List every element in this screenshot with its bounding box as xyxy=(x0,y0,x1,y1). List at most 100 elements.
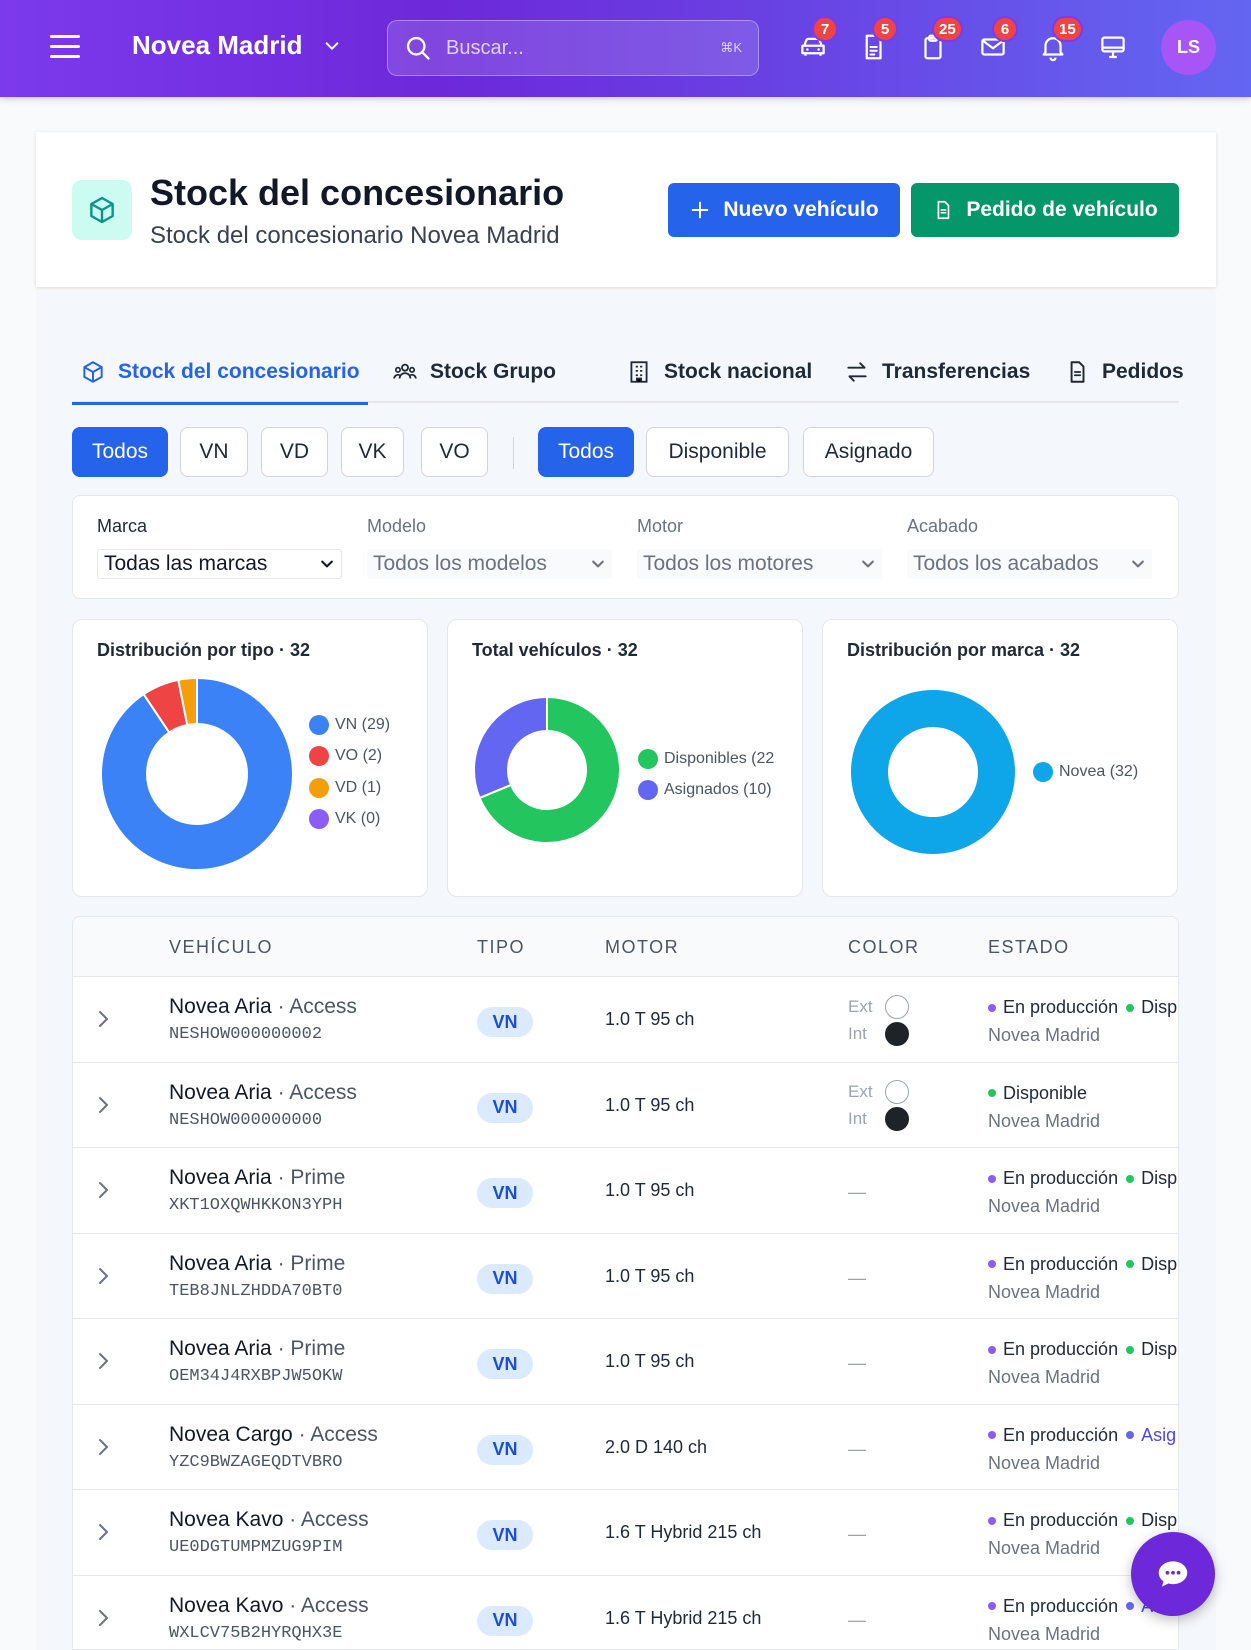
chart-card-marca: Distribución por marca · 32 Novea (32) xyxy=(822,619,1178,897)
motor-select[interactable]: Todos los motores xyxy=(637,549,882,579)
legend-item-vn[interactable]: VN (29) xyxy=(309,709,390,741)
acabado-select[interactable]: Todos los acabados xyxy=(907,549,1152,579)
legend-item-novea[interactable]: Novea (32) xyxy=(1033,756,1138,788)
tab-label: Stock Grupo xyxy=(430,360,557,383)
filter-type-vd[interactable]: VD xyxy=(261,427,328,477)
tab-label: Pedidos xyxy=(1102,360,1184,383)
filter-status-disponible[interactable]: Disponible xyxy=(646,427,789,477)
column-header-tipo[interactable]: TIPO xyxy=(477,937,525,958)
chevron-right-icon[interactable] xyxy=(95,1093,113,1117)
page-header: Stock del concesionario Stock del conces… xyxy=(36,132,1216,287)
chevron-right-icon[interactable] xyxy=(95,1435,113,1459)
color-int: Int xyxy=(848,1020,918,1047)
table-row[interactable]: Novea Aria · Prime TEB8JNLZHDDA70BT0 VN 1.0… xyxy=(73,1234,1178,1319)
chart-legend: Disponibles (22 Asignados (10) xyxy=(638,743,774,806)
mail-icon[interactable]: 6 xyxy=(978,16,1018,64)
status-production: En producción xyxy=(1003,997,1119,1017)
bell-icon[interactable]: 15 xyxy=(1038,16,1083,64)
chat-button[interactable] xyxy=(1131,1532,1215,1616)
chevron-right-icon[interactable] xyxy=(95,1520,113,1544)
status-dot xyxy=(988,1174,996,1183)
color-swatch-int xyxy=(885,1107,909,1131)
car-icon[interactable]: 7 xyxy=(798,16,838,64)
legend-item-vd[interactable]: VD (1) xyxy=(309,772,390,804)
table-row[interactable]: Novea Cargo · Access YZC9BWZAGEQDTVBRO VN 2… xyxy=(73,1405,1178,1490)
chevron-right-icon[interactable] xyxy=(95,1264,113,1288)
location: Novea Madrid xyxy=(988,1623,1101,1644)
tab-transferencias[interactable]: Transferencias xyxy=(844,341,1030,403)
new-vehicle-button[interactable]: Nuevo vehículo xyxy=(668,183,900,237)
monitor-icon[interactable] xyxy=(1098,32,1130,64)
filter-type-vo[interactable]: VO xyxy=(421,427,488,477)
filter-type-vk[interactable]: VK xyxy=(341,427,404,477)
legend-item-asignados[interactable]: Asignados (10) xyxy=(638,775,774,807)
table-row[interactable]: Novea Kavo · Access UE0DGTUMPMZUG9PIM VN 1.… xyxy=(73,1490,1178,1576)
color-empty: — xyxy=(848,1438,866,1459)
table-row[interactable]: Novea Kavo · Access WXLCV75B2HYRQHX3E VN 1.… xyxy=(73,1576,1178,1650)
column-header-color[interactable]: COLOR xyxy=(848,937,920,958)
order-vehicle-button[interactable]: Pedido de vehículo xyxy=(911,183,1179,237)
color-empty: — xyxy=(848,1524,866,1544)
slice-novea[interactable] xyxy=(849,688,1017,856)
dealer-selector[interactable]: Novea Madrid xyxy=(132,30,341,61)
document-icon[interactable]: 5 xyxy=(858,16,898,64)
table-row[interactable]: Novea Aria · Prime OEM34J4RXBPJW5OKW VN 1.0… xyxy=(73,1319,1178,1405)
vehicle-vin: UE0DGTUMPMZUG9PIM xyxy=(169,1538,343,1557)
table-row[interactable]: Novea Aria · Access NESHOW000000002 VN 1.0 … xyxy=(73,977,1178,1063)
chevron-right-icon[interactable] xyxy=(95,1007,113,1031)
chevron-right-icon[interactable] xyxy=(95,1349,113,1373)
status-production: En producción xyxy=(1003,1168,1119,1188)
status-line: En producción Disp xyxy=(988,1510,1178,1531)
marca-label: Marca xyxy=(97,516,148,536)
vehicle-name: Novea Aria · Prime xyxy=(169,1166,345,1190)
vehicle-name: Novea Kavo · Access xyxy=(169,1508,369,1532)
table-row[interactable]: Novea Aria · Access NESHOW000000000 VN 1.0 … xyxy=(73,1063,1178,1148)
cube-icon xyxy=(72,180,132,240)
tab-stock-nacional[interactable]: Stock nacional xyxy=(626,341,812,403)
clipboard-icon[interactable]: 25 xyxy=(918,16,963,64)
filter-status-todos[interactable]: Todos xyxy=(538,427,634,477)
chevron-down-icon xyxy=(592,560,604,568)
search-icon xyxy=(406,36,430,60)
color-swatch-ext xyxy=(885,1080,909,1104)
legend-label: Asignados (10) xyxy=(664,781,772,799)
vehicle-trim: Prime xyxy=(290,1166,346,1189)
chevron-right-icon[interactable] xyxy=(95,1606,113,1630)
legend-item-vk[interactable]: VK (0) xyxy=(309,804,390,836)
new-vehicle-label: Nuevo vehículo xyxy=(723,198,879,221)
vehicle-sep: · xyxy=(271,1251,291,1275)
type-badge: VN xyxy=(477,1263,533,1294)
status-dot xyxy=(1126,1516,1135,1525)
column-header-vehiculo[interactable]: VEHÍCULO xyxy=(169,937,273,958)
avatar[interactable]: LS xyxy=(1161,20,1216,75)
search-box[interactable]: ⌘K xyxy=(387,20,759,76)
legend-dot xyxy=(1033,761,1053,782)
tab-stock-concesionario[interactable]: Stock del concesionario xyxy=(72,341,368,405)
vehicle-sep: · xyxy=(271,1337,291,1360)
filter-status-asignado[interactable]: Asignado xyxy=(803,427,934,477)
marca-select[interactable]: Todas las marcas xyxy=(97,549,342,579)
column-header-motor[interactable]: MOTOR xyxy=(605,937,679,958)
modelo-select[interactable]: Todos los modelos xyxy=(367,549,612,579)
search-input[interactable] xyxy=(446,36,706,60)
legend-item-vo[interactable]: VO (2) xyxy=(309,741,390,773)
status-cell: En producción Disp Novea Madrid xyxy=(988,1254,1178,1303)
tab-pedidos[interactable]: Pedidos xyxy=(1064,341,1184,403)
status-production: En producción xyxy=(1003,1339,1119,1359)
tab-stock-grupo[interactable]: Stock Grupo xyxy=(392,341,556,403)
status-dot xyxy=(988,1345,996,1354)
location: Novea Madrid xyxy=(988,1367,1101,1387)
column-header-estado[interactable]: ESTADO xyxy=(988,937,1070,958)
filter-type-todos[interactable]: Todos xyxy=(72,427,168,477)
status-dot xyxy=(988,1516,996,1525)
filter-type-vn[interactable]: VN xyxy=(180,427,248,477)
slice-asignados[interactable] xyxy=(473,695,548,800)
menu-icon[interactable] xyxy=(50,35,80,61)
vehicle-vin: YZC9BWZAGEQDTVBRO xyxy=(169,1452,343,1472)
chevron-right-icon[interactable] xyxy=(95,1178,113,1202)
table-row[interactable]: Novea Aria · Prime XKT1OXQWHKKON3YPH VN 1.0… xyxy=(73,1148,1178,1234)
status-cell: En producción Disp Novea Madrid xyxy=(988,1168,1178,1217)
legend-item-disponibles[interactable]: Disponibles (22 xyxy=(638,743,774,775)
acabado-label: Acabado xyxy=(907,516,979,536)
color-ext-label: Ext xyxy=(848,996,873,1016)
